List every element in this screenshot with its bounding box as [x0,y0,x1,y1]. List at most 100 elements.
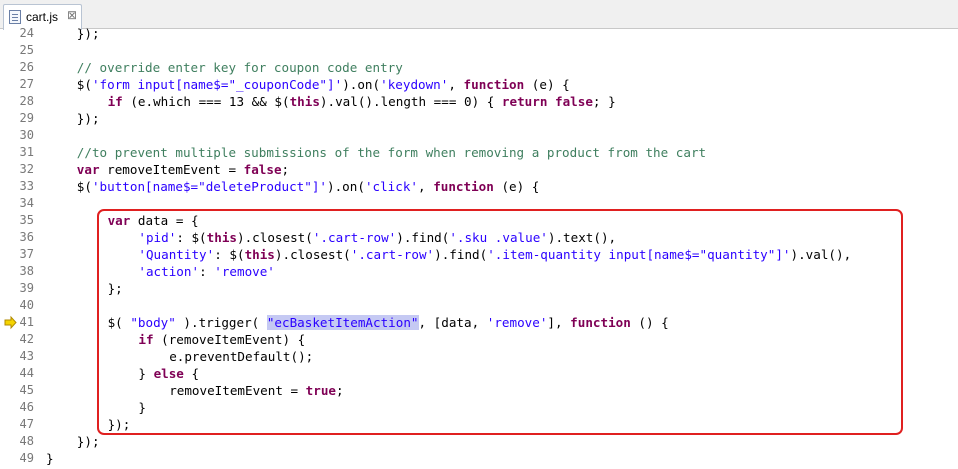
code-text: } [138,399,146,416]
line-number: 25 [19,43,34,57]
code-token: 'Quantity' [138,247,215,262]
code-line[interactable]: 49} [0,450,958,467]
code-text: if (removeItemEvent) { [138,331,305,348]
code-token: 'remove' [214,264,275,279]
code-token: function [570,315,631,330]
close-icon[interactable]: ⊠ [67,8,77,22]
code-token: var [76,162,100,177]
code-text: $('button[name$="deleteProduct"]').on('c… [77,178,540,195]
line-number: 30 [19,128,34,142]
code-line[interactable]: 30 [0,127,958,144]
code-token: , [448,77,464,92]
code-token: removeItemEvent = [169,383,306,398]
code-token: { [183,366,200,381]
code-line[interactable]: 37 'Quantity': $(this).closest('.cart-row… [0,246,958,263]
line-number: 29 [19,111,34,125]
code-line[interactable]: 26 // override enter key for coupon code … [0,59,958,76]
code-token: 'action' [138,264,200,279]
code-line[interactable]: 31 //to prevent multiple submissions of t… [0,144,958,161]
code-line[interactable]: 25 [0,42,958,59]
line-number: 41 [19,315,34,329]
line-number: 24 [19,26,34,40]
code-text: }); [77,433,100,450]
code-line[interactable]: 43 e.preventDefault(); [0,348,958,365]
code-token: ).closest( [274,247,351,262]
line-number: 46 [19,400,34,414]
code-token: (e) { [493,179,540,194]
code-text: }); [77,110,100,127]
code-token: this [244,247,275,262]
code-token: ; } [592,94,616,109]
code-text: $('form input[name$="_couponCode"]').on(… [77,76,570,93]
code-line[interactable]: 40 [0,297,958,314]
code-token: : [199,264,215,279]
code-line[interactable]: 36 'pid': $(this).closest('.cart-row').fi… [0,229,958,246]
code-line[interactable]: 44} else { [0,365,958,382]
line-number: 26 [19,60,34,74]
code-token: false [243,162,282,177]
code-token: $( [107,315,131,330]
code-token: ).val().length === 0) { [319,94,502,109]
code-token: } [138,400,146,415]
code-token: this [289,94,320,109]
code-token: $( [76,77,92,92]
code-text: // override enter key for coupon code en… [77,59,403,76]
code-editor[interactable]: 24}); 25 26// override enter key for coupo… [0,26,958,469]
tab-label: cart.js [26,10,59,24]
code-line[interactable]: 27 $('form input[name$="_couponCode"]').o… [0,76,958,93]
code-token: }; [107,281,123,296]
code-line[interactable]: 48}); [0,433,958,450]
code-line[interactable]: 45 removeItemEvent = true; [0,382,958,399]
code-text: 'Quantity': $(this).closest('.cart-row')… [138,246,851,263]
code-line[interactable]: 42 if (removeItemEvent) { [0,331,958,348]
code-line[interactable]: 29}); [0,110,958,127]
code-token: data = { [130,213,199,228]
code-token: return [501,94,548,109]
code-line[interactable]: 35 var data = { [0,212,958,229]
code-text: } [46,450,54,467]
code-text: }; [108,280,123,297]
code-token: } [138,366,154,381]
code-line[interactable]: 39}; [0,280,958,297]
code-token: this [206,230,237,245]
code-text: var removeItemEvent = false; [77,161,289,178]
code-token: var [107,213,131,228]
code-token: ).on( [327,179,365,194]
code-token: () { [630,315,669,330]
line-number: 28 [19,94,34,108]
code-line[interactable]: 33 $('button[name$="deleteProduct"]').on(… [0,178,958,195]
code-line[interactable]: 32 var removeItemEvent = false; [0,161,958,178]
code-token: '.cart-row' [312,230,397,245]
line-number: 44 [19,366,34,380]
line-number: 43 [19,349,34,363]
line-number: 36 [19,230,34,244]
code-line[interactable]: 38 'action': 'remove' [0,263,958,280]
code-line[interactable]: 34 [0,195,958,212]
code-line[interactable]: 28 if (e.which === 13 && $(this).val().le… [0,93,958,110]
line-number: 33 [19,179,34,193]
code-token: , [data, [418,315,487,330]
code-text: removeItemEvent = true; [169,382,343,399]
code-text: //to prevent multiple submissions of the… [77,144,706,161]
code-text: if (e.which === 13 && $(this).val().leng… [108,93,616,110]
code-token: }); [76,111,100,126]
line-number: 40 [19,298,34,312]
code-text: e.preventDefault(); [169,348,313,365]
code-token: if [107,94,123,109]
line-number: 48 [19,434,34,448]
code-text: 'pid': $(this).closest('.cart-row').find… [138,229,616,246]
code-token: ).val(), [790,247,852,262]
code-line[interactable]: 41 $( "body" ).trigger( "ecBasketItemActi… [0,314,958,331]
code-line[interactable]: 47}); [0,416,958,433]
code-line[interactable]: 24}); [0,25,958,42]
code-token: // override enter key for coupon code en… [76,60,403,75]
javascript-file-icon [9,10,21,24]
code-token: ).trigger( [175,315,267,330]
code-token: true [305,383,337,398]
code-token: "body" [130,315,176,330]
code-token: 'click' [364,179,419,194]
code-line[interactable]: 46} [0,399,958,416]
code-token: e.preventDefault(); [169,349,314,364]
code-token: ).text(), [547,230,617,245]
code-token: removeItemEvent = [99,162,244,177]
